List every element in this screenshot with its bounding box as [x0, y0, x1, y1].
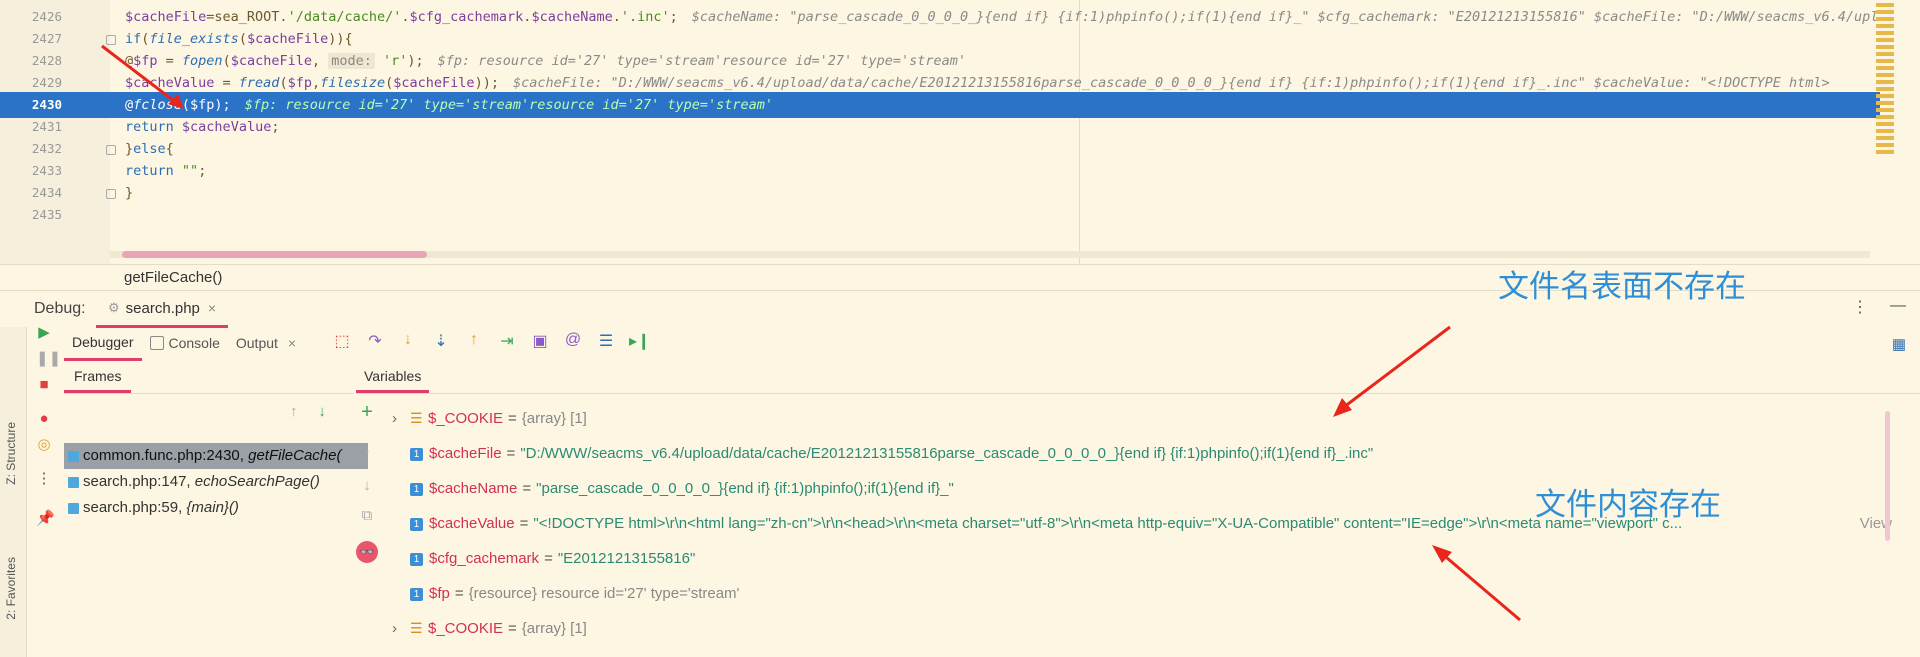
annotation-arrow-bottom [1439, 550, 1521, 622]
annotation-arrowhead-top [1333, 398, 1352, 417]
annotation-arrow-top [1339, 325, 1451, 412]
annotation-arrows [1333, 325, 1521, 622]
